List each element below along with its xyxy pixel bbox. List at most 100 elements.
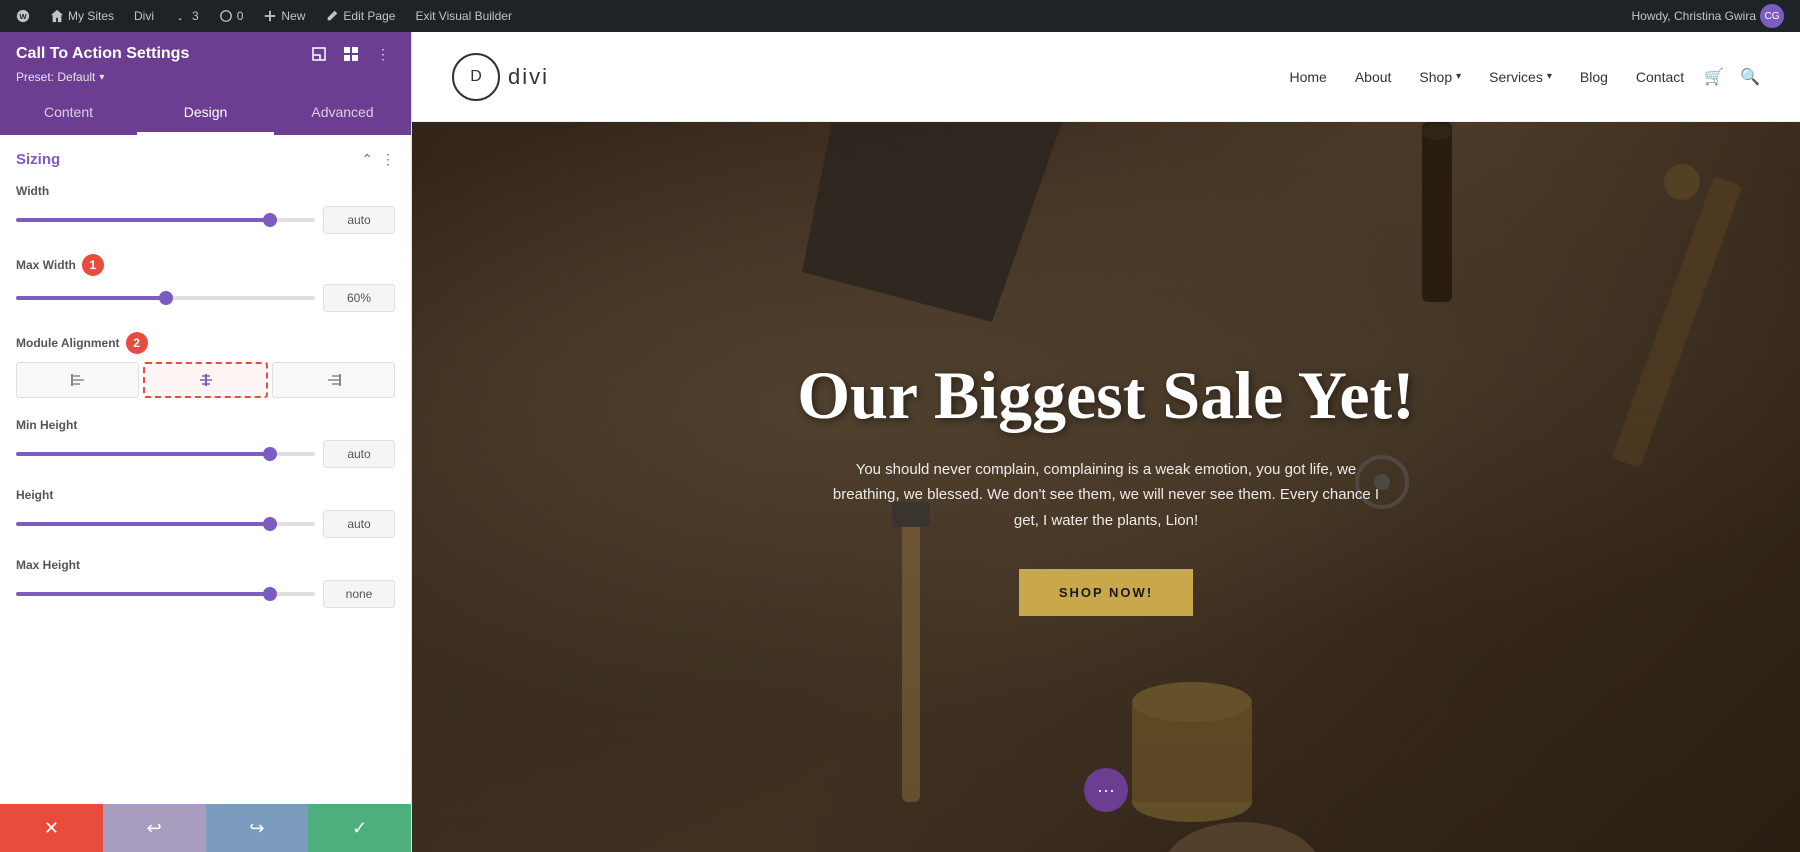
max-height-input[interactable] (323, 580, 395, 608)
align-right-btn[interactable] (272, 362, 395, 398)
max-width-track[interactable] (16, 296, 315, 300)
save-button[interactable]: ✓ (308, 804, 411, 852)
nav-home[interactable]: Home (1289, 69, 1326, 85)
tab-design[interactable]: Design (137, 92, 274, 135)
nav-about[interactable]: About (1355, 69, 1392, 85)
align-left-icon (70, 372, 86, 388)
fab-button[interactable]: ··· (1084, 768, 1128, 812)
shop-now-button[interactable]: SHOP NOW! (1019, 569, 1193, 616)
hero-title: Our Biggest Sale Yet! (797, 358, 1415, 433)
panel-title: Call To Action Settings (16, 45, 189, 63)
hero-content: Our Biggest Sale Yet! You should never c… (412, 122, 1800, 852)
height-track[interactable] (16, 522, 315, 526)
exit-visual-builder-item[interactable]: Exit Visual Builder (407, 0, 520, 32)
height-row: Height (16, 488, 395, 538)
hero-section: Our Biggest Sale Yet! You should never c… (412, 122, 1800, 852)
hero-subtitle: You should never complain, complaining i… (826, 457, 1386, 534)
services-chevron: ▾ (1547, 71, 1552, 82)
max-width-thumb[interactable] (159, 291, 173, 305)
alignment-options (16, 362, 395, 398)
panel-footer: ✕ ↩ ↪ ✓ (0, 804, 411, 852)
min-height-label: Min Height (16, 418, 395, 432)
nav-icons: 🛒 🔍 (1704, 67, 1760, 87)
max-width-fill (16, 296, 166, 300)
my-sites-item[interactable]: My Sites (42, 0, 122, 32)
comments-count: 3 (192, 9, 199, 23)
logo-text: divi (508, 64, 549, 90)
min-height-input[interactable] (323, 440, 395, 468)
panel-title-row: Call To Action Settings ⋮ (16, 42, 395, 66)
max-height-track[interactable] (16, 592, 315, 596)
nav-services[interactable]: Services ▾ (1489, 69, 1552, 85)
more-options-icon[interactable]: ⋮ (371, 42, 395, 66)
panel-content: Sizing ⌃ ⋮ Width (0, 135, 411, 804)
width-slider-row (16, 206, 395, 234)
search-icon[interactable]: 🔍 (1740, 67, 1760, 87)
badge-1: 1 (82, 254, 104, 276)
logo-letter: D (470, 68, 482, 86)
max-height-row: Max Height (16, 558, 395, 608)
nav-blog[interactable]: Blog (1580, 69, 1608, 85)
section-header-icons: ⌃ ⋮ (361, 151, 395, 168)
panel-header: Call To Action Settings ⋮ Preset: Defaul… (0, 32, 411, 92)
height-input[interactable] (323, 510, 395, 538)
max-width-slider-row (16, 284, 395, 312)
layout-icon (343, 46, 359, 62)
height-thumb[interactable] (263, 517, 277, 531)
min-height-thumb[interactable] (263, 447, 277, 461)
resize-icon (311, 46, 327, 62)
min-height-fill (16, 452, 270, 456)
module-alignment-label: Module Alignment 2 (16, 332, 395, 354)
max-height-thumb[interactable] (263, 587, 277, 601)
height-label: Height (16, 488, 395, 502)
collapse-icon[interactable] (307, 42, 331, 66)
cancel-button[interactable]: ✕ (0, 804, 103, 852)
min-height-track[interactable] (16, 452, 315, 456)
min-height-slider-row (16, 440, 395, 468)
user-greeting-text: Howdy, Christina Gwira (1632, 9, 1756, 23)
tab-advanced[interactable]: Advanced (274, 92, 411, 135)
home-icon (50, 9, 64, 23)
width-label: Width (16, 184, 395, 198)
sizing-section-header: Sizing ⌃ ⋮ (16, 151, 395, 168)
edit-page-item[interactable]: Edit Page (317, 0, 403, 32)
collapse-section-icon[interactable]: ⌃ (361, 151, 373, 168)
site-nav: D divi Home About Shop ▾ Services ▾ (412, 32, 1800, 122)
comment-icon (174, 9, 188, 23)
grid-icon[interactable] (339, 42, 363, 66)
cart-icon[interactable]: 🛒 (1704, 67, 1724, 87)
panel-preset[interactable]: Preset: Default (16, 70, 395, 84)
align-center-btn[interactable] (143, 362, 268, 398)
wordpress-logo[interactable]: W (8, 0, 38, 32)
user-greeting[interactable]: Howdy, Christina Gwira CG (1624, 4, 1792, 28)
fab-container: ··· (412, 768, 1800, 812)
tab-bar: Content Design Advanced (0, 92, 411, 135)
plus-icon (263, 9, 277, 23)
max-width-label: Max Width 1 (16, 254, 395, 276)
bubbles-item[interactable]: 0 (211, 0, 252, 32)
section-more-icon[interactable]: ⋮ (381, 151, 395, 168)
max-height-label: Max Height (16, 558, 395, 572)
nav-shop[interactable]: Shop ▾ (1419, 69, 1461, 85)
width-thumb[interactable] (263, 213, 277, 227)
divi-item[interactable]: Divi (126, 0, 162, 32)
redo-button[interactable]: ↪ (206, 804, 309, 852)
height-fill (16, 522, 270, 526)
width-input[interactable] (323, 206, 395, 234)
undo-button[interactable]: ↩ (103, 804, 206, 852)
new-item[interactable]: New (255, 0, 313, 32)
max-width-input[interactable] (323, 284, 395, 312)
bubbles-count: 0 (237, 9, 244, 23)
module-alignment-row: Module Alignment 2 (16, 332, 395, 398)
min-height-row: Min Height (16, 418, 395, 468)
tab-content[interactable]: Content (0, 92, 137, 135)
svg-text:W: W (19, 12, 27, 21)
new-label: New (281, 9, 305, 23)
width-track[interactable] (16, 218, 315, 222)
align-left-btn[interactable] (16, 362, 139, 398)
main-layout: Call To Action Settings ⋮ Preset: Defaul… (0, 32, 1800, 852)
nav-contact[interactable]: Contact (1636, 69, 1684, 85)
height-slider-row (16, 510, 395, 538)
panel-header-icons: ⋮ (307, 42, 395, 66)
comments-item[interactable]: 3 (166, 0, 207, 32)
